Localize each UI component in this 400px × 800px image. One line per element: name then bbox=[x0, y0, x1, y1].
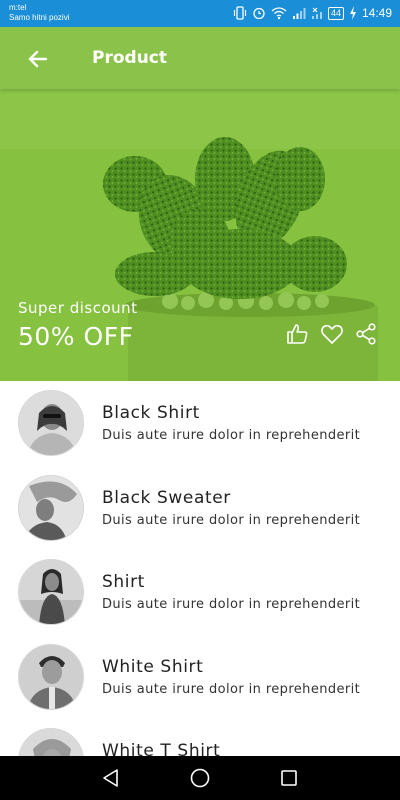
nav-recents-button[interactable] bbox=[278, 767, 300, 789]
list-item[interactable]: Shirt Duis aute irure dolor in reprehend… bbox=[0, 550, 400, 635]
item-title: Shirt bbox=[102, 572, 145, 592]
home-circle-icon bbox=[190, 768, 210, 788]
arrow-back-icon bbox=[28, 50, 48, 68]
list-item[interactable]: Black Sweater Duis aute irure dolor in r… bbox=[0, 466, 400, 551]
page-title: Product bbox=[92, 48, 167, 68]
recents-square-icon bbox=[281, 770, 297, 786]
alarm-icon bbox=[252, 6, 266, 20]
app-bar: Product bbox=[0, 27, 400, 89]
item-description: Duis aute irure dolor in reprehenderit bbox=[102, 428, 361, 443]
battery-level: 44 bbox=[327, 6, 344, 20]
carrier-name: m:tel bbox=[9, 3, 27, 12]
nav-back-button[interactable] bbox=[100, 767, 122, 789]
heart-icon bbox=[321, 324, 343, 344]
wifi-icon bbox=[271, 6, 287, 20]
status-bar: m:tel Samo hitni pozivi 44 14:49 bbox=[0, 0, 400, 27]
item-title: Black Shirt bbox=[102, 403, 200, 423]
vibrate-icon bbox=[233, 6, 247, 20]
item-description: Duis aute irure dolor in reprehenderit bbox=[102, 512, 361, 528]
nav-home-button[interactable] bbox=[189, 767, 211, 789]
signal-icon bbox=[292, 6, 306, 20]
item-title: White Shirt bbox=[102, 656, 204, 677]
system-nav-bar bbox=[0, 756, 400, 800]
charging-icon bbox=[349, 6, 357, 20]
hero-headline: 50% OFF bbox=[18, 322, 134, 351]
back-button[interactable] bbox=[26, 47, 50, 71]
back-triangle-icon bbox=[103, 769, 118, 787]
hero-actions bbox=[286, 322, 378, 346]
like-button[interactable] bbox=[286, 322, 310, 346]
item-description: Duis aute irure dolor in reprehenderit bbox=[102, 597, 361, 612]
share-icon bbox=[356, 323, 376, 345]
favorite-button[interactable] bbox=[320, 322, 344, 346]
hero-subtitle: Super discount bbox=[18, 299, 138, 317]
list-item[interactable]: White Shirt Duis aute irure dolor in rep… bbox=[0, 635, 400, 720]
avatar bbox=[18, 643, 84, 710]
avatar bbox=[18, 559, 84, 625]
carrier-info: m:tel Samo hitni pozivi bbox=[9, 3, 69, 23]
avatar bbox=[18, 474, 84, 541]
thumb-up-icon bbox=[287, 324, 308, 344]
share-button[interactable] bbox=[354, 322, 378, 346]
hero-banner: Super discount 50% OFF bbox=[0, 89, 400, 381]
item-title: Black Sweater bbox=[102, 487, 231, 508]
status-icons: 44 14:49 bbox=[233, 6, 392, 20]
carrier-note: Samo hitni pozivi bbox=[9, 13, 70, 22]
clock: 14:49 bbox=[361, 6, 392, 20]
signal-x-icon bbox=[311, 6, 323, 20]
avatar bbox=[18, 390, 84, 456]
product-list: Black Shirt Duis aute irure dolor in rep… bbox=[0, 381, 400, 800]
item-description: Duis aute irure dolor in reprehenderit bbox=[102, 681, 361, 697]
list-item[interactable]: Black Shirt Duis aute irure dolor in rep… bbox=[0, 381, 400, 466]
